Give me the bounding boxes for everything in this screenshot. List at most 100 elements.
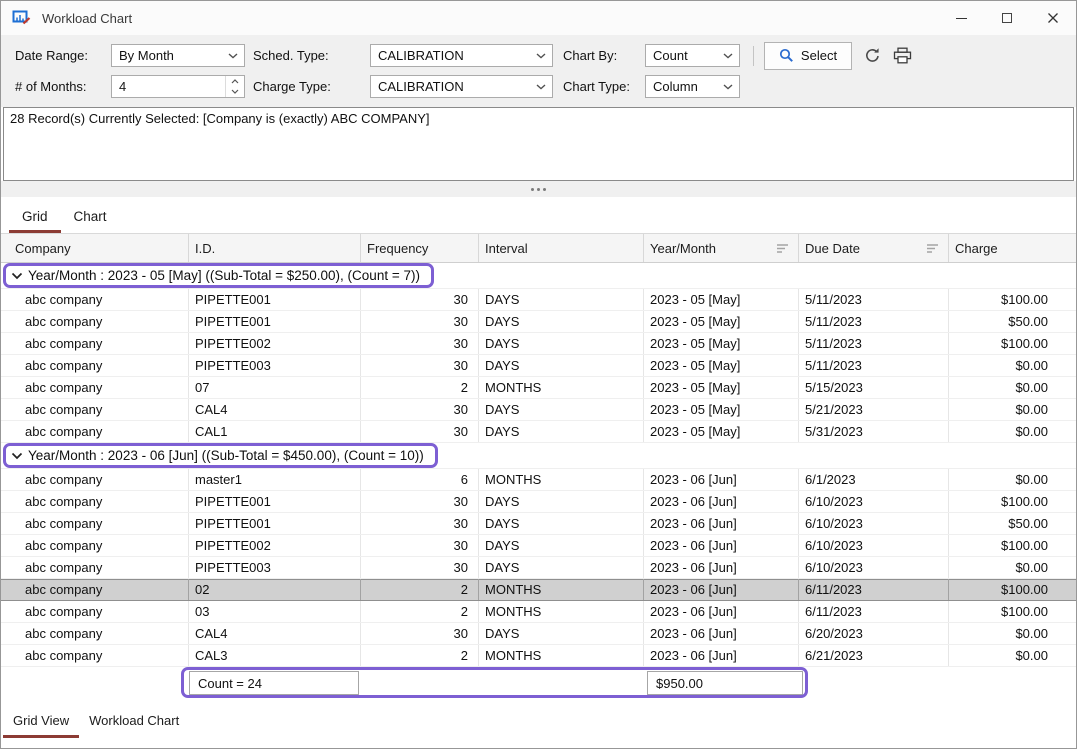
chevron-down-icon[interactable]	[11, 452, 23, 460]
column-header-frequency[interactable]: Frequency	[361, 234, 479, 262]
group-header-highlight[interactable]: Year/Month : 2023 - 05 [May] ((Sub-Total…	[3, 263, 434, 288]
grid-cell-interval[interactable]: MONTHS	[479, 601, 644, 622]
grid-cell-yearmonth[interactable]: 2023 - 05 [May]	[644, 311, 799, 332]
grid-cell-duedate[interactable]: 5/11/2023	[799, 289, 949, 310]
table-row[interactable]: abc companyCAL430DAYS2023 - 05 [May]5/21…	[1, 399, 1076, 421]
grid-cell-company[interactable]: abc company	[1, 623, 189, 644]
grid-cell-id[interactable]: PIPETTE002	[189, 333, 361, 354]
grid-cell-company[interactable]: abc company	[1, 399, 189, 420]
grid-cell-id[interactable]: PIPETTE002	[189, 535, 361, 556]
grid-cell-id[interactable]: PIPETTE001	[189, 513, 361, 534]
grid-cell-frequency[interactable]: 30	[361, 535, 479, 556]
grid-cell-duedate[interactable]: 5/11/2023	[799, 311, 949, 332]
grid-cell-charge[interactable]: $100.00	[949, 535, 1076, 556]
filter-textbox[interactable]: 28 Record(s) Currently Selected: [Compan…	[3, 107, 1074, 181]
grid-cell-company[interactable]: abc company	[1, 535, 189, 556]
grid-cell-company[interactable]: abc company	[1, 469, 189, 490]
refresh-button[interactable]	[864, 47, 881, 64]
grid-cell-yearmonth[interactable]: 2023 - 05 [May]	[644, 289, 799, 310]
chart-by-select[interactable]: Count	[645, 44, 740, 67]
grid-cell-interval[interactable]: DAYS	[479, 311, 644, 332]
column-header-company[interactable]: Company	[1, 234, 189, 262]
grid-cell-company[interactable]: abc company	[1, 311, 189, 332]
grid-cell-id[interactable]: CAL4	[189, 623, 361, 644]
grid-cell-duedate[interactable]: 6/10/2023	[799, 491, 949, 512]
grid-cell-interval[interactable]: DAYS	[479, 289, 644, 310]
grid-cell-charge[interactable]: $50.00	[949, 513, 1076, 534]
grid-cell-frequency[interactable]: 30	[361, 311, 479, 332]
group-row[interactable]: Year/Month : 2023 - 06 [Jun] ((Sub-Total…	[1, 443, 1076, 469]
grid-cell-frequency[interactable]: 2	[361, 601, 479, 622]
table-row[interactable]: abc companyPIPETTE00330DAYS2023 - 06 [Ju…	[1, 557, 1076, 579]
grid-cell-yearmonth[interactable]: 2023 - 06 [Jun]	[644, 579, 799, 600]
grid-cell-charge[interactable]: $0.00	[949, 623, 1076, 644]
grid-cell-charge[interactable]: $100.00	[949, 579, 1076, 600]
grid-cell-id[interactable]: PIPETTE001	[189, 491, 361, 512]
grid-cell-charge[interactable]: $0.00	[949, 557, 1076, 578]
grid-cell-id[interactable]: PIPETTE001	[189, 289, 361, 310]
grid-cell-company[interactable]: abc company	[1, 645, 189, 666]
sort-ascending-icon[interactable]	[926, 243, 939, 254]
table-row[interactable]: abc companyPIPETTE00130DAYS2023 - 06 [Ju…	[1, 513, 1076, 535]
grid-cell-frequency[interactable]: 2	[361, 645, 479, 666]
grid-cell-yearmonth[interactable]: 2023 - 05 [May]	[644, 355, 799, 376]
grid-cell-interval[interactable]: MONTHS	[479, 645, 644, 666]
grid-cell-yearmonth[interactable]: 2023 - 05 [May]	[644, 399, 799, 420]
grid-cell-id[interactable]: 02	[189, 579, 361, 600]
spinner-up-button[interactable]	[226, 76, 244, 87]
grid-cell-yearmonth[interactable]: 2023 - 05 [May]	[644, 377, 799, 398]
group-row[interactable]: Year/Month : 2023 - 05 [May] ((Sub-Total…	[1, 263, 1076, 289]
column-header-id[interactable]: I.D.	[189, 234, 361, 262]
table-row[interactable]: abc companymaster16MONTHS2023 - 06 [Jun]…	[1, 469, 1076, 491]
grid-cell-id[interactable]: CAL3	[189, 645, 361, 666]
grid-cell-yearmonth[interactable]: 2023 - 06 [Jun]	[644, 535, 799, 556]
grid-cell-yearmonth[interactable]: 2023 - 06 [Jun]	[644, 623, 799, 644]
grid-cell-id[interactable]: CAL4	[189, 399, 361, 420]
grid-cell-company[interactable]: abc company	[1, 289, 189, 310]
tab-grid-view[interactable]: Grid View	[3, 705, 79, 738]
grid-cell-interval[interactable]: DAYS	[479, 513, 644, 534]
tab-grid[interactable]: Grid	[9, 201, 61, 233]
grid-cell-frequency[interactable]: 30	[361, 333, 479, 354]
grid-cell-interval[interactable]: DAYS	[479, 333, 644, 354]
grid-cell-charge[interactable]: $50.00	[949, 311, 1076, 332]
grid-cell-id[interactable]: PIPETTE003	[189, 557, 361, 578]
spinner-down-button[interactable]	[226, 87, 244, 98]
grid-cell-interval[interactable]: DAYS	[479, 421, 644, 442]
tab-workload-chart[interactable]: Workload Chart	[79, 705, 189, 738]
grid-cell-yearmonth[interactable]: 2023 - 05 [May]	[644, 333, 799, 354]
table-row[interactable]: abc companyCAL430DAYS2023 - 06 [Jun]6/20…	[1, 623, 1076, 645]
column-header-charge[interactable]: Charge	[949, 234, 1076, 262]
grid-cell-duedate[interactable]: 5/11/2023	[799, 333, 949, 354]
grid-cell-charge[interactable]: $0.00	[949, 469, 1076, 490]
grid-cell-company[interactable]: abc company	[1, 579, 189, 600]
grid-cell-frequency[interactable]: 30	[361, 399, 479, 420]
grid-cell-frequency[interactable]: 30	[361, 513, 479, 534]
grid-cell-interval[interactable]: DAYS	[479, 355, 644, 376]
grid-cell-company[interactable]: abc company	[1, 377, 189, 398]
grid-cell-interval[interactable]: DAYS	[479, 557, 644, 578]
table-row[interactable]: abc company032MONTHS2023 - 06 [Jun]6/11/…	[1, 601, 1076, 623]
grid-cell-frequency[interactable]: 2	[361, 579, 479, 600]
grid-cell-charge[interactable]: $100.00	[949, 289, 1076, 310]
table-row[interactable]: abc companyPIPETTE00130DAYS2023 - 06 [Ju…	[1, 491, 1076, 513]
grid-cell-id[interactable]: 03	[189, 601, 361, 622]
grid-cell-duedate[interactable]: 6/10/2023	[799, 557, 949, 578]
grid-cell-frequency[interactable]: 30	[361, 421, 479, 442]
grid-cell-company[interactable]: abc company	[1, 601, 189, 622]
column-header-interval[interactable]: Interval	[479, 234, 644, 262]
grid-cell-charge[interactable]: $100.00	[949, 601, 1076, 622]
sched-type-select[interactable]: CALIBRATION	[370, 44, 553, 67]
grid-cell-interval[interactable]: MONTHS	[479, 469, 644, 490]
grid-cell-frequency[interactable]: 6	[361, 469, 479, 490]
grid-cell-duedate[interactable]: 6/10/2023	[799, 513, 949, 534]
grid-cell-yearmonth[interactable]: 2023 - 06 [Jun]	[644, 469, 799, 490]
grid-cell-charge[interactable]: $0.00	[949, 377, 1076, 398]
grid-cell-frequency[interactable]: 30	[361, 289, 479, 310]
table-row[interactable]: abc companyCAL32MONTHS2023 - 06 [Jun]6/2…	[1, 645, 1076, 667]
column-header-yearmonth[interactable]: Year/Month	[644, 234, 799, 262]
grid-cell-interval[interactable]: DAYS	[479, 491, 644, 512]
close-button[interactable]	[1030, 1, 1076, 35]
grid-cell-interval[interactable]: DAYS	[479, 535, 644, 556]
splitter-handle[interactable]	[1, 181, 1076, 197]
